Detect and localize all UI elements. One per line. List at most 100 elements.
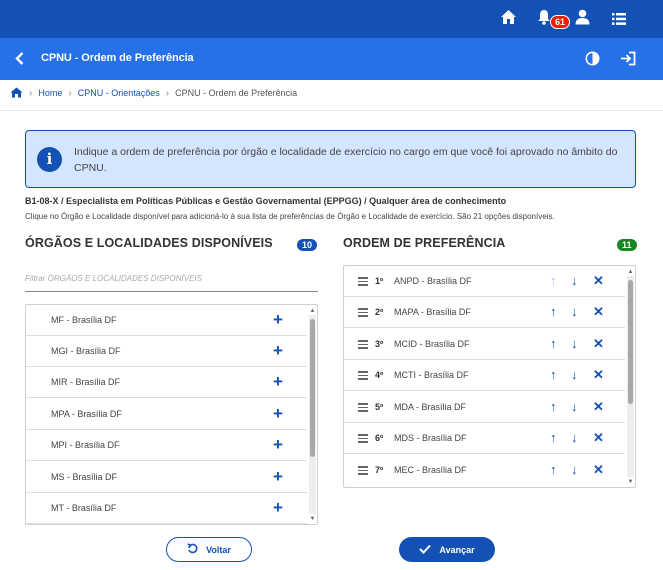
preference-label: MCTI - Brasília DF <box>394 370 469 380</box>
scroll-down-icon[interactable]: ▼ <box>627 478 634 486</box>
info-message: i Indique a ordem de preferência por órg… <box>25 130 636 188</box>
arrow-down-icon[interactable]: ↓ <box>571 463 578 476</box>
list-item-label: MS - Brasília DF <box>51 472 118 482</box>
arrow-down-icon[interactable]: ↓ <box>571 305 578 318</box>
back-arrow-icon[interactable] <box>15 52 24 70</box>
home-icon[interactable] <box>500 9 517 30</box>
arrow-up-icon[interactable]: ↑ <box>550 305 557 318</box>
arrow-down-icon[interactable]: ↓ <box>571 431 578 444</box>
list-item-label: MF - Brasília DF <box>51 315 117 325</box>
arrow-up-icon: ↑ <box>550 273 557 288</box>
instruction-text: Clique no Órgão e Localidade disponível … <box>25 212 555 221</box>
plus-icon[interactable]: + <box>273 311 283 328</box>
preference-order: 1º <box>375 276 384 286</box>
preference-count-badge: 11 <box>617 239 637 251</box>
info-icon: i <box>37 147 62 172</box>
preference-label: MDS - Brasília DF <box>394 433 467 443</box>
available-list: MF - Brasília DF + MGI - Brasília DF + M… <box>25 304 318 525</box>
arrow-down-icon[interactable]: ↓ <box>571 368 578 381</box>
arrow-down-icon[interactable]: ↓ <box>571 337 578 350</box>
info-text: Indique a ordem de preferência por órgão… <box>74 146 618 174</box>
drag-handle-icon[interactable] <box>358 340 368 351</box>
home-icon[interactable] <box>10 87 23 100</box>
menu-list-icon[interactable] <box>612 12 626 30</box>
list-item-label: MT - Brasília DF <box>51 503 117 513</box>
list-item[interactable]: MIR - Brasília DF + <box>26 367 307 398</box>
arrow-down-icon[interactable]: ↓ <box>571 400 578 413</box>
preference-item[interactable]: 6º MDS - Brasília DF ↑ ↓ ✕ <box>344 423 625 454</box>
preference-label: MDA - Brasília DF <box>394 402 467 412</box>
preference-list: 1º ANPD - Brasília DF ↑ ↓ ✕ 2º MAPA - Br… <box>343 265 636 488</box>
close-icon[interactable]: ✕ <box>593 400 604 413</box>
drag-handle-icon[interactable] <box>358 434 368 445</box>
list-item[interactable]: MPI - Brasília DF + <box>26 430 307 461</box>
preference-item[interactable]: 5º MDA - Brasília DF ↑ ↓ ✕ <box>344 392 625 423</box>
plus-icon[interactable]: + <box>273 373 283 390</box>
close-icon[interactable]: ✕ <box>593 431 604 444</box>
preference-label: MCID - Brasília DF <box>394 339 470 349</box>
plus-icon[interactable]: + <box>273 342 283 359</box>
preference-title: ORDEM DE PREFERÊNCIA <box>343 236 506 250</box>
list-item[interactable]: MPA - Brasília DF + <box>26 399 307 430</box>
contrast-icon[interactable] <box>585 51 600 71</box>
plus-icon[interactable]: + <box>273 468 283 485</box>
notification-badge: 61 <box>550 15 571 29</box>
scroll-thumb[interactable] <box>628 280 633 404</box>
list-item-label: MIR - Brasília DF <box>51 377 121 387</box>
arrow-down-icon[interactable]: ↓ <box>571 274 578 287</box>
close-icon[interactable]: ✕ <box>593 305 604 318</box>
drag-handle-icon[interactable] <box>358 403 368 414</box>
preference-order: 2º <box>375 307 384 317</box>
preference-item[interactable]: 2º MAPA - Brasília DF ↑ ↓ ✕ <box>344 297 625 328</box>
list-item[interactable]: MF - Brasília DF + <box>26 305 307 336</box>
bell-icon[interactable] <box>537 9 551 30</box>
available-title: ÓRGÃOS E LOCALIDADES DISPONÍVEIS <box>25 236 273 250</box>
preference-item[interactable]: 4º MCTI - Brasília DF ↑ ↓ ✕ <box>344 360 625 391</box>
available-count-badge: 10 <box>297 239 318 251</box>
preference-label: MAPA - Brasília DF <box>394 307 471 317</box>
scroll-thumb[interactable] <box>310 319 315 457</box>
arrow-up-icon[interactable]: ↑ <box>550 368 557 381</box>
next-button[interactable]: Avançar <box>399 537 495 562</box>
preference-scrollbar[interactable]: ▲ ▼ <box>627 266 634 487</box>
filter-input[interactable] <box>25 266 318 292</box>
scroll-up-icon[interactable]: ▲ <box>627 268 634 276</box>
scroll-up-icon[interactable]: ▲ <box>309 307 316 315</box>
drag-handle-icon[interactable] <box>358 371 368 382</box>
arrow-up-icon[interactable]: ↑ <box>550 337 557 350</box>
preference-item[interactable]: 7º MEC - Brasília DF ↑ ↓ ✕ <box>344 455 625 486</box>
user-icon[interactable] <box>575 9 590 30</box>
preference-order: 6º <box>375 433 384 443</box>
preference-label: MEC - Brasília DF <box>394 465 467 475</box>
drag-handle-icon[interactable] <box>358 466 368 477</box>
preference-item[interactable]: 1º ANPD - Brasília DF ↑ ↓ ✕ <box>344 266 625 297</box>
breadcrumb-home[interactable]: Home <box>38 88 62 98</box>
preference-item[interactable]: 3º MCID - Brasília DF ↑ ↓ ✕ <box>344 329 625 360</box>
plus-icon[interactable]: + <box>273 499 283 516</box>
arrow-up-icon[interactable]: ↑ <box>550 463 557 476</box>
chevron-right-icon: › <box>165 87 170 99</box>
exit-icon[interactable] <box>620 51 636 71</box>
close-icon[interactable]: ✕ <box>593 274 604 287</box>
scroll-down-icon[interactable]: ▼ <box>309 515 316 523</box>
arrow-up-icon[interactable]: ↑ <box>550 431 557 444</box>
arrow-up-icon[interactable]: ↑ <box>550 400 557 413</box>
plus-icon[interactable]: + <box>273 436 283 453</box>
page-header: CPNU - Ordem de Preferência <box>0 38 663 80</box>
available-scrollbar[interactable]: ▲ ▼ <box>309 305 316 524</box>
close-icon[interactable]: ✕ <box>593 463 604 476</box>
close-icon[interactable]: ✕ <box>593 368 604 381</box>
preference-label: ANPD - Brasília DF <box>394 276 472 286</box>
divider <box>0 110 663 111</box>
drag-handle-icon[interactable] <box>358 308 368 319</box>
breadcrumb: › Home › CPNU - Orientações › CPNU - Ord… <box>10 86 297 100</box>
drag-handle-icon[interactable] <box>358 277 368 288</box>
close-icon[interactable]: ✕ <box>593 337 604 350</box>
back-button[interactable]: Voltar <box>166 537 252 562</box>
list-item[interactable]: MT - Brasília DF + <box>26 493 307 524</box>
plus-icon[interactable]: + <box>273 405 283 422</box>
breadcrumb-orientacoes[interactable]: CPNU - Orientações <box>78 88 160 98</box>
list-item[interactable]: MS - Brasília DF + <box>26 462 307 493</box>
list-item[interactable]: MGI - Brasília DF + <box>26 336 307 367</box>
chevron-right-icon: › <box>29 87 33 99</box>
